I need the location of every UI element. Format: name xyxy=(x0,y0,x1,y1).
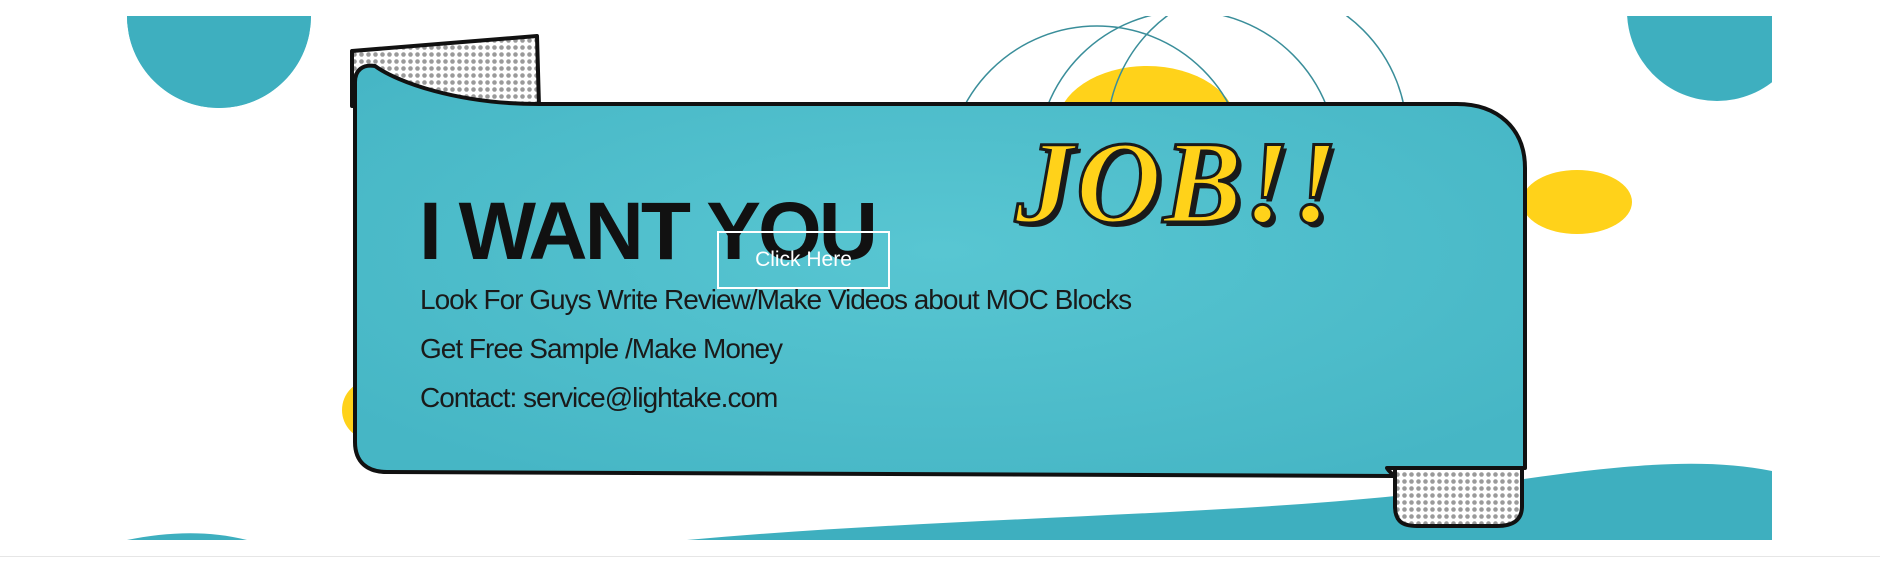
promo-banner[interactable]: I WANT YOU JOB!! Look For Guys Write Rev… xyxy=(127,16,1772,540)
banner-line-sample: Get Free Sample /Make Money xyxy=(420,333,783,364)
click-here-button[interactable]: Click Here xyxy=(717,231,890,289)
job-title-text: JOB!! xyxy=(1014,117,1340,248)
banner-artwork xyxy=(127,16,1772,540)
section-divider xyxy=(0,556,1880,557)
banner-line-review: Look For Guys Write Review/Make Videos a… xyxy=(420,284,1132,315)
banner-line-contact: Contact: service@lightake.com xyxy=(420,382,778,413)
